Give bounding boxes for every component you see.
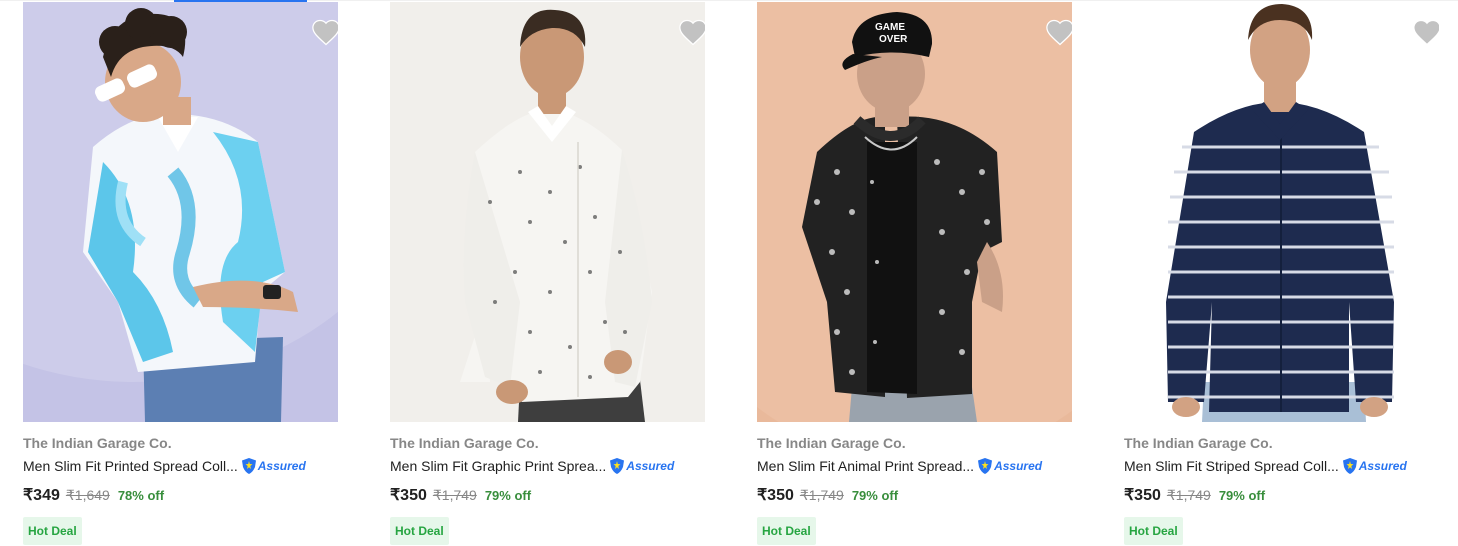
svg-text:OVER: OVER (879, 34, 908, 45)
original-price: ₹1,749 (799, 487, 844, 503)
assured-shield-icon (978, 458, 993, 474)
assured-label: Assured (994, 459, 1043, 473)
wishlist-heart-icon[interactable] (1412, 18, 1439, 46)
selling-price: ₹350 (757, 487, 794, 504)
product-image[interactable]: GAME OVER (757, 2, 1072, 422)
price-row: ₹350 ₹1,749 79% off (390, 485, 705, 505)
hot-deal-badge: Hot Deal (1124, 517, 1183, 545)
hot-deal-badge: Hot Deal (757, 517, 816, 545)
product-card[interactable]: The Indian Garage Co. Men Slim Fit Print… (23, 2, 338, 545)
assured-shield-icon (1342, 458, 1357, 474)
product-image[interactable] (390, 2, 705, 422)
product-brand: The Indian Garage Co. (390, 435, 539, 451)
product-title-row: Men Slim Fit Animal Print Spread... Assu… (757, 456, 1072, 476)
original-price: ₹1,749 (432, 487, 477, 503)
assured-label: Assured (1358, 459, 1407, 473)
product-photo-striped-shirt (1124, 2, 1439, 422)
assured-badge: Assured (609, 457, 674, 475)
assured-label: Assured (626, 459, 675, 473)
selling-price: ₹350 (390, 487, 427, 504)
original-price: ₹1,649 (65, 487, 110, 503)
discount-percent: 79% off (851, 488, 899, 503)
product-title[interactable]: Men Slim Fit Printed Spread Coll... (23, 456, 238, 476)
product-title-row: Men Slim Fit Striped Spread Coll... Assu… (1124, 456, 1439, 476)
product-image[interactable] (1124, 2, 1439, 422)
discount-percent: 79% off (484, 488, 532, 503)
product-title[interactable]: Men Slim Fit Striped Spread Coll... (1124, 456, 1339, 476)
assured-shield-icon (241, 458, 256, 474)
wishlist-heart-icon[interactable] (1045, 18, 1072, 46)
product-brand: The Indian Garage Co. (1124, 435, 1273, 451)
product-title-row: Men Slim Fit Printed Spread Coll... Assu… (23, 456, 338, 476)
price-row: ₹350 ₹1,749 79% off (757, 485, 1072, 505)
discount-percent: 78% off (117, 488, 165, 503)
assured-badge: Assured (1342, 457, 1407, 475)
svg-text:GAME: GAME (875, 22, 905, 33)
assured-badge: Assured (977, 457, 1042, 475)
product-photo-printed-shirt (23, 2, 338, 422)
hot-deal-badge: Hot Deal (23, 517, 82, 545)
product-card[interactable]: The Indian Garage Co. Men Slim Fit Strip… (1124, 2, 1439, 545)
original-price: ₹1,749 (1166, 487, 1211, 503)
product-title[interactable]: Men Slim Fit Animal Print Spread... (757, 456, 974, 476)
product-brand: The Indian Garage Co. (23, 435, 172, 451)
wishlist-heart-icon[interactable] (311, 18, 338, 46)
assured-shield-icon (610, 458, 625, 474)
product-title-row: Men Slim Fit Graphic Print Sprea... Assu… (390, 456, 705, 476)
product-title[interactable]: Men Slim Fit Graphic Print Sprea... (390, 456, 606, 476)
product-photo-animal-print-shirt: GAME OVER (757, 2, 1072, 422)
hot-deal-badge: Hot Deal (390, 517, 449, 545)
product-photo-graphic-shirt (390, 2, 705, 422)
product-card[interactable]: GAME OVER The Indian Garage Co. Men Slim… (757, 2, 1072, 545)
product-image[interactable] (23, 2, 338, 422)
wishlist-heart-icon[interactable] (678, 18, 705, 46)
product-brand: The Indian Garage Co. (757, 435, 906, 451)
price-row: ₹350 ₹1,749 79% off (1124, 485, 1439, 505)
discount-percent: 79% off (1218, 488, 1266, 503)
assured-badge: Assured (241, 457, 306, 475)
price-row: ₹349 ₹1,649 78% off (23, 485, 338, 505)
product-card[interactable]: The Indian Garage Co. Men Slim Fit Graph… (390, 2, 705, 545)
selling-price: ₹350 (1124, 487, 1161, 504)
product-grid: The Indian Garage Co. Men Slim Fit Print… (23, 2, 1439, 545)
assured-label: Assured (257, 459, 306, 473)
selling-price: ₹349 (23, 487, 60, 504)
